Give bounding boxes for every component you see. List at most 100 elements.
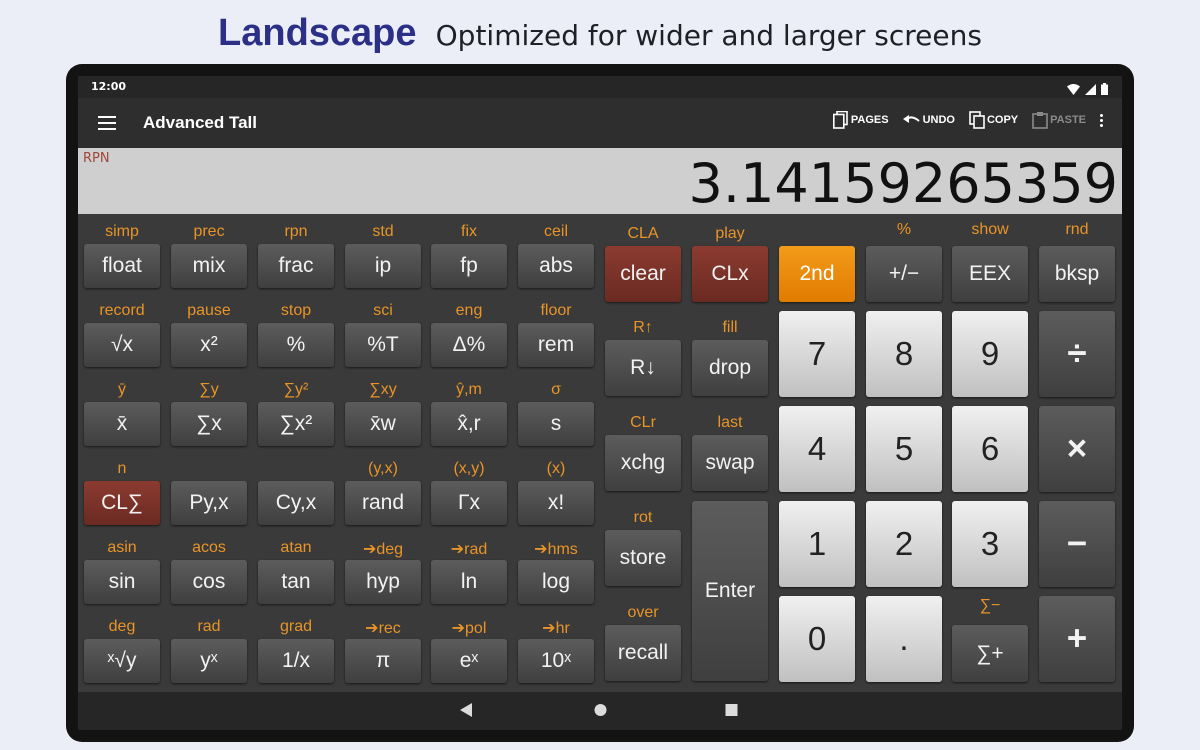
- display-mode: RPN: [83, 151, 110, 166]
- calculator-display: RPN 3.14159265359: [78, 148, 1122, 215]
- shift-label: ➔pol: [451, 620, 487, 637]
- digit-5-key[interactable]: 5: [866, 406, 942, 492]
- digit-9-key[interactable]: 9: [952, 311, 1028, 397]
- back-icon[interactable]: [460, 703, 473, 717]
- digit-7-key[interactable]: 7: [779, 311, 855, 397]
- estimate-key[interactable]: x̂,r: [431, 402, 507, 446]
- clear-stats-key[interactable]: CL∑: [84, 481, 160, 525]
- pages-button[interactable]: PAGES: [832, 111, 889, 129]
- shift-label: %: [896, 221, 912, 238]
- app-toolbar: Advanced Tall PAGES UNDO COPY PASTE: [78, 98, 1122, 148]
- swap-key[interactable]: swap: [692, 435, 768, 491]
- sin-key[interactable]: sin: [84, 560, 160, 604]
- digit-3-key[interactable]: 3: [952, 501, 1028, 587]
- ten-power-key[interactable]: 10ˣ: [518, 639, 594, 683]
- pages-icon: [832, 111, 848, 129]
- cos-key[interactable]: cos: [171, 560, 247, 604]
- shift-label: ∑y²: [283, 381, 309, 398]
- status-bar: 12:00: [78, 76, 1122, 98]
- recall-key[interactable]: recall: [605, 625, 681, 681]
- shift-label: simp: [105, 223, 139, 240]
- delta-percent-key[interactable]: Δ%: [431, 323, 507, 367]
- reciprocal-key[interactable]: 1/x: [258, 639, 334, 683]
- gamma-key[interactable]: Γx: [431, 481, 507, 525]
- undo-button[interactable]: UNDO: [902, 114, 955, 126]
- percent-total-key[interactable]: %T: [345, 323, 421, 367]
- plus-minus-key[interactable]: +/−: [866, 246, 942, 302]
- digit-0-key[interactable]: 0: [779, 596, 855, 682]
- digit-2-key[interactable]: 2: [866, 501, 942, 587]
- pi-key[interactable]: π: [345, 639, 421, 683]
- shift-label: fill: [722, 319, 738, 336]
- hamburger-menu-icon[interactable]: [98, 116, 116, 130]
- minus-key[interactable]: −: [1039, 501, 1115, 587]
- rem-key[interactable]: rem: [518, 323, 594, 367]
- shift-label: rot: [633, 509, 653, 526]
- hyp-key[interactable]: hyp: [345, 560, 421, 604]
- copy-button[interactable]: COPY: [969, 111, 1018, 129]
- digit-6-key[interactable]: 6: [952, 406, 1028, 492]
- clx-key[interactable]: CLx: [692, 246, 768, 302]
- shift-label: play: [715, 225, 745, 242]
- exp-key[interactable]: eˣ: [431, 639, 507, 683]
- divide-key[interactable]: ÷: [1039, 311, 1115, 397]
- combination-key[interactable]: Cy,x: [258, 481, 334, 525]
- abs-key[interactable]: abs: [518, 244, 594, 288]
- digit-8-key[interactable]: 8: [866, 311, 942, 397]
- log-key[interactable]: log: [518, 560, 594, 604]
- home-icon[interactable]: [594, 703, 607, 717]
- promo-title: Landscape: [218, 12, 417, 54]
- mean-key[interactable]: x̄: [84, 402, 160, 446]
- weighted-mean-key[interactable]: x̄w: [345, 402, 421, 446]
- ln-key[interactable]: ln: [431, 560, 507, 604]
- sqrt-key[interactable]: √x: [84, 323, 160, 367]
- battery-icon: [1101, 83, 1108, 95]
- digit-1-key[interactable]: 1: [779, 501, 855, 587]
- paste-button[interactable]: PASTE: [1032, 111, 1086, 129]
- digit-4-key[interactable]: 4: [779, 406, 855, 492]
- frac-key[interactable]: frac: [258, 244, 334, 288]
- shift-label: sci: [373, 302, 393, 319]
- enter-key[interactable]: Enter: [692, 501, 768, 681]
- second-function-key[interactable]: 2nd: [779, 246, 855, 302]
- shift-label: eng: [455, 302, 483, 319]
- decimal-point-key[interactable]: .: [866, 596, 942, 682]
- sum-x-key[interactable]: ∑x: [171, 402, 247, 446]
- rand-key[interactable]: rand: [345, 481, 421, 525]
- shift-label: stop: [280, 302, 312, 319]
- mix-key[interactable]: mix: [171, 244, 247, 288]
- std-dev-key[interactable]: s: [518, 402, 594, 446]
- multiply-key[interactable]: ×: [1039, 406, 1115, 492]
- tablet-frame: 12:00 Advanced Tall PAGES UNDO COPY PAST…: [66, 64, 1134, 742]
- drop-key[interactable]: drop: [692, 340, 768, 396]
- plus-key[interactable]: +: [1039, 596, 1115, 682]
- pages-label: PAGES: [850, 114, 889, 126]
- xchg-key[interactable]: xchg: [605, 435, 681, 491]
- eex-key[interactable]: EEX: [952, 246, 1028, 302]
- copy-icon: [969, 111, 985, 129]
- xroot-key[interactable]: ˣ√y: [84, 639, 160, 683]
- backspace-key[interactable]: bksp: [1039, 246, 1115, 302]
- sigma-plus-key[interactable]: ∑+: [952, 625, 1028, 682]
- wifi-icon: [1066, 84, 1080, 95]
- float-key[interactable]: float: [84, 244, 160, 288]
- recents-icon[interactable]: [725, 703, 738, 717]
- shift-label: ceil: [543, 223, 568, 240]
- shift-label: R↑: [633, 319, 653, 336]
- store-key[interactable]: store: [605, 530, 681, 586]
- clear-key[interactable]: clear: [605, 246, 681, 302]
- square-key[interactable]: x²: [171, 323, 247, 367]
- more-options-icon[interactable]: [1100, 112, 1104, 129]
- sum-x2-key[interactable]: ∑x²: [258, 402, 334, 446]
- ip-key[interactable]: ip: [345, 244, 421, 288]
- factorial-key[interactable]: x!: [518, 481, 594, 525]
- percent-key[interactable]: %: [258, 323, 334, 367]
- shift-label: rpn: [284, 223, 308, 240]
- permutation-key[interactable]: Py,x: [171, 481, 247, 525]
- tan-key[interactable]: tan: [258, 560, 334, 604]
- display-value: 3.14159265359: [688, 152, 1118, 215]
- roll-down-key[interactable]: R↓: [605, 340, 681, 396]
- shift-label: (x,y): [453, 460, 485, 477]
- power-key[interactable]: yˣ: [171, 639, 247, 683]
- fp-key[interactable]: fp: [431, 244, 507, 288]
